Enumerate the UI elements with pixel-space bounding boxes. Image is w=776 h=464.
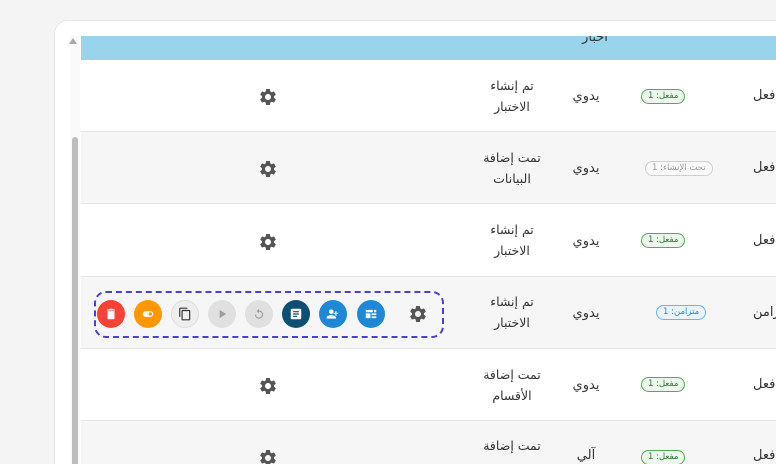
- item-name: فعل: [753, 377, 776, 392]
- document-button[interactable]: [282, 300, 310, 328]
- item-name: فعل: [753, 448, 776, 463]
- status-badge: تحت الإنشاء: 1: [645, 161, 713, 176]
- publish-button[interactable]: [357, 300, 385, 328]
- event-type: يدوي: [572, 89, 600, 104]
- table-header: أخبار: [81, 36, 776, 60]
- status-badge: متزامن: 1: [656, 305, 707, 320]
- item-name: فعل: [753, 88, 776, 103]
- assign-users-button[interactable]: [319, 300, 347, 328]
- header-label: أخبار: [582, 36, 608, 45]
- table-row: تمت إضافة الأقسام يدوي مفعل: 1 فعل: [81, 349, 776, 421]
- event-type: يدوي: [572, 234, 600, 249]
- delete-button[interactable]: [97, 300, 125, 328]
- play-icon: [219, 309, 227, 319]
- status-badge: مفعل: 1: [641, 377, 686, 392]
- copy-button[interactable]: [171, 300, 199, 328]
- table-row: تم إنشاء الاختبار يدوي مفعل: 1 فعل: [81, 60, 776, 132]
- gear-icon[interactable]: [258, 232, 278, 252]
- item-name: زامن: [753, 305, 776, 320]
- event-description: تم إنشاء الاختبار: [490, 78, 534, 114]
- toggle-icon: [142, 311, 154, 317]
- event-type: آلي: [576, 448, 596, 463]
- event-type: يدوي: [572, 161, 600, 176]
- item-name: فعل: [753, 233, 776, 248]
- refresh-icon: [254, 308, 264, 319]
- scrollbar-thumb[interactable]: [72, 137, 78, 464]
- document-icon: [290, 308, 302, 320]
- gear-icon[interactable]: [258, 448, 278, 464]
- publish-icon: [365, 309, 377, 319]
- event-description: تمت إضافة الأقسام: [483, 367, 541, 403]
- event-type: يدوي: [572, 306, 600, 321]
- assign-users-icon: [326, 309, 339, 319]
- status-badge: مفعل: 1: [641, 233, 686, 248]
- refresh-button[interactable]: [245, 300, 273, 328]
- table-row: تم إنشاء الاختبار يدوي مفعل: 1 فعل: [81, 204, 776, 277]
- event-description: تمت إضافة: [483, 438, 541, 453]
- gear-icon[interactable]: [258, 376, 278, 396]
- toggle-button[interactable]: [134, 300, 162, 328]
- event-description: تم إنشاء الاختبار: [490, 222, 534, 258]
- table-row: تمت إضافة البيانات يدوي تحت الإنشاء: 1 فع…: [81, 132, 776, 204]
- scroll-up-arrow-icon[interactable]: [69, 38, 77, 44]
- event-description: تمت إضافة البيانات: [483, 150, 541, 186]
- gear-icon[interactable]: [258, 87, 278, 107]
- play-button[interactable]: [208, 300, 236, 328]
- table-row: تمت إضافة آلي مفعل: 1 فعل: [81, 421, 776, 464]
- item-name: فعل: [753, 160, 776, 175]
- status-badge: مفعل: 1: [641, 89, 686, 104]
- event-description: تم إنشاء الاختبار: [490, 294, 534, 330]
- event-type: يدوي: [572, 378, 600, 393]
- status-badge: مفعل: 1: [641, 450, 686, 464]
- copy-icon: [179, 307, 191, 321]
- trash-icon: [106, 308, 116, 320]
- gear-icon[interactable]: [258, 159, 278, 179]
